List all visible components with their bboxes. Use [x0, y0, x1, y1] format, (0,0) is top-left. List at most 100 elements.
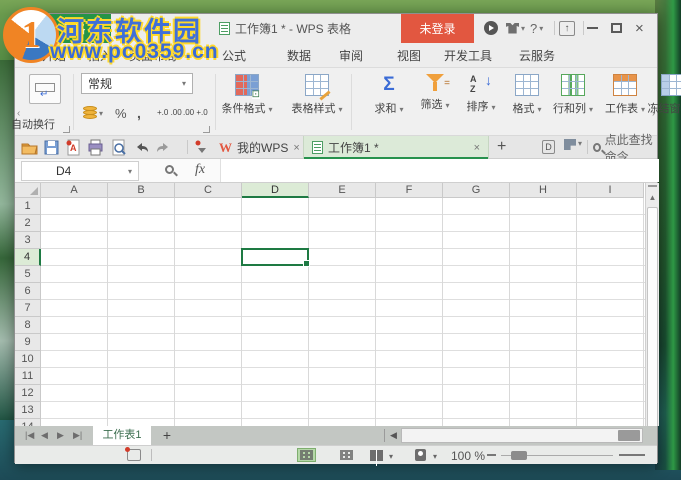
row-header-7[interactable]: 7: [15, 300, 41, 317]
chevron-down-icon[interactable]: ▾: [389, 452, 393, 461]
column-header-B[interactable]: B: [108, 183, 175, 198]
zoom-out-button[interactable]: [487, 454, 496, 456]
eye-protection-mode-button[interactable]: [411, 448, 430, 462]
cell-area[interactable]: [41, 198, 645, 426]
column-header-D[interactable]: D: [242, 183, 309, 198]
tab-my-wps[interactable]: W 我的WPS ×: [211, 136, 308, 159]
sheet-tab-worksheet1[interactable]: 工作表1: [93, 426, 151, 445]
column-header-A[interactable]: A: [41, 183, 108, 198]
currency-style-button[interactable]: ▾: [83, 102, 103, 124]
conditional-format-button[interactable]: 条件格式 ▾: [217, 74, 277, 116]
freeze-button[interactable]: 冻结窗格 ▾: [643, 74, 681, 116]
add-sheet-button[interactable]: +: [159, 426, 175, 445]
reading-mode-button[interactable]: [367, 448, 386, 462]
cell-reference-box[interactable]: D4 ▾: [21, 161, 139, 181]
table-style-button[interactable]: 表格样式 ▾: [287, 74, 347, 116]
column-header-G[interactable]: G: [443, 183, 510, 198]
rows-columns-button[interactable]: 行和列 ▾: [543, 74, 603, 116]
save-icon[interactable]: [43, 139, 60, 156]
flag-icon[interactable]: ▾: [564, 139, 582, 150]
formula-input[interactable]: [220, 159, 659, 182]
login-button[interactable]: 未登录: [401, 14, 474, 43]
column-header-C[interactable]: C: [175, 183, 242, 198]
row-header-11[interactable]: 11: [15, 368, 41, 385]
row-header-3[interactable]: 3: [15, 232, 41, 249]
increase-decimal-button[interactable]: +.0 .00: [157, 102, 182, 124]
export-pdf-icon[interactable]: A: [65, 139, 82, 156]
horizontal-scrollbar[interactable]: [401, 428, 643, 443]
select-all-corner[interactable]: [15, 183, 41, 198]
sheet-nav-next-icon[interactable]: ▶: [57, 426, 64, 445]
menu-tab-3[interactable]: 页面布局: [126, 43, 180, 68]
close-tab-icon[interactable]: ×: [474, 142, 480, 154]
zoom-slider-thumb[interactable]: [511, 451, 527, 460]
column-header-H[interactable]: H: [510, 183, 577, 198]
selected-cell-outline[interactable]: [241, 248, 310, 267]
menu-tab-2[interactable]: 插入: [85, 43, 115, 68]
help-icon[interactable]: ? ▾: [530, 19, 543, 37]
number-dialog-launcher-icon[interactable]: [203, 126, 210, 133]
magnifier-icon[interactable]: [165, 165, 174, 174]
sheet-nav-last-icon[interactable]: ▶|: [73, 426, 82, 445]
row-header-14[interactable]: 14: [15, 419, 41, 426]
close-button[interactable]: ×: [635, 19, 655, 37]
wps-app-menu-button[interactable]: WPS 表格 ▾: [15, 14, 111, 43]
maximize-button[interactable]: [611, 19, 631, 37]
row-header-10[interactable]: 10: [15, 351, 41, 368]
row-header-8[interactable]: 8: [15, 317, 41, 334]
row-header-9[interactable]: 9: [15, 334, 41, 351]
column-header-E[interactable]: E: [309, 183, 376, 198]
scroll-up-icon[interactable]: ▲: [646, 191, 659, 205]
wrap-text-button[interactable]: 自动换行: [11, 116, 55, 132]
wrap-text-icon[interactable]: [29, 74, 61, 104]
ribbon-scroll-right-icon[interactable]: ›: [652, 108, 655, 119]
tab-workbook1[interactable]: 工作簿1 * ×: [303, 136, 489, 159]
vertical-scrollbar[interactable]: ▲: [645, 183, 659, 426]
alignment-dialog-launcher-icon[interactable]: [63, 126, 70, 133]
horizontal-scrollbar-thumb[interactable]: [618, 430, 640, 441]
scroll-left-icon[interactable]: ◀: [390, 426, 397, 445]
undo-icon[interactable]: [133, 139, 150, 156]
split-handle[interactable]: [648, 185, 657, 189]
column-header-F[interactable]: F: [376, 183, 443, 198]
skin-icon[interactable]: ▾: [506, 19, 525, 37]
insert-function-button[interactable]: fx: [195, 162, 205, 178]
row-header-5[interactable]: 5: [15, 266, 41, 283]
menu-tab-7[interactable]: 视图: [394, 43, 424, 68]
menu-tab-4[interactable]: 公式: [219, 43, 249, 68]
open-folder-icon[interactable]: [21, 139, 38, 156]
close-tab-icon[interactable]: ×: [293, 142, 299, 154]
zoom-slider[interactable]: [501, 451, 613, 460]
row-header-4[interactable]: 4: [15, 249, 41, 266]
comma-style-button[interactable]: ,: [137, 102, 141, 124]
menu-tab-1[interactable]: 开始: [39, 43, 69, 68]
column-header-I[interactable]: I: [577, 183, 644, 198]
menu-tab-6[interactable]: 审阅: [336, 43, 366, 68]
row-header-2[interactable]: 2: [15, 215, 41, 232]
row-header-12[interactable]: 12: [15, 385, 41, 402]
redo-icon[interactable]: [155, 139, 172, 156]
docer-icon[interactable]: D: [542, 140, 555, 154]
menu-tab-5[interactable]: 数据: [284, 43, 314, 68]
chevron-down-icon[interactable]: ▾: [433, 452, 437, 461]
row-header-1[interactable]: 1: [15, 198, 41, 215]
page-break-view-button[interactable]: [337, 448, 356, 462]
minimize-button[interactable]: [587, 19, 607, 37]
percent-style-button[interactable]: %: [115, 102, 127, 124]
collapse-ribbon-icon[interactable]: ↑: [559, 19, 575, 37]
sheet-nav-prev-icon[interactable]: ◀: [41, 426, 48, 445]
number-format-select[interactable]: 常规 ▾: [81, 73, 193, 94]
row-header-6[interactable]: 6: [15, 283, 41, 300]
wps-promote-icon[interactable]: [484, 19, 498, 37]
macro-record-icon[interactable]: [125, 447, 141, 461]
print-preview-icon[interactable]: [110, 139, 127, 156]
decrease-decimal-button[interactable]: .00 +.0: [183, 102, 208, 124]
new-tab-button[interactable]: +: [497, 138, 506, 156]
print-icon[interactable]: [87, 139, 104, 156]
normal-view-button[interactable]: [297, 448, 316, 462]
menu-tab-9[interactable]: 云服务: [516, 43, 558, 68]
zoom-in-button[interactable]: [619, 454, 645, 456]
row-header-13[interactable]: 13: [15, 402, 41, 419]
sheet-nav-first-icon[interactable]: |◀: [25, 426, 34, 445]
menu-tab-8[interactable]: 开发工具: [441, 43, 495, 68]
